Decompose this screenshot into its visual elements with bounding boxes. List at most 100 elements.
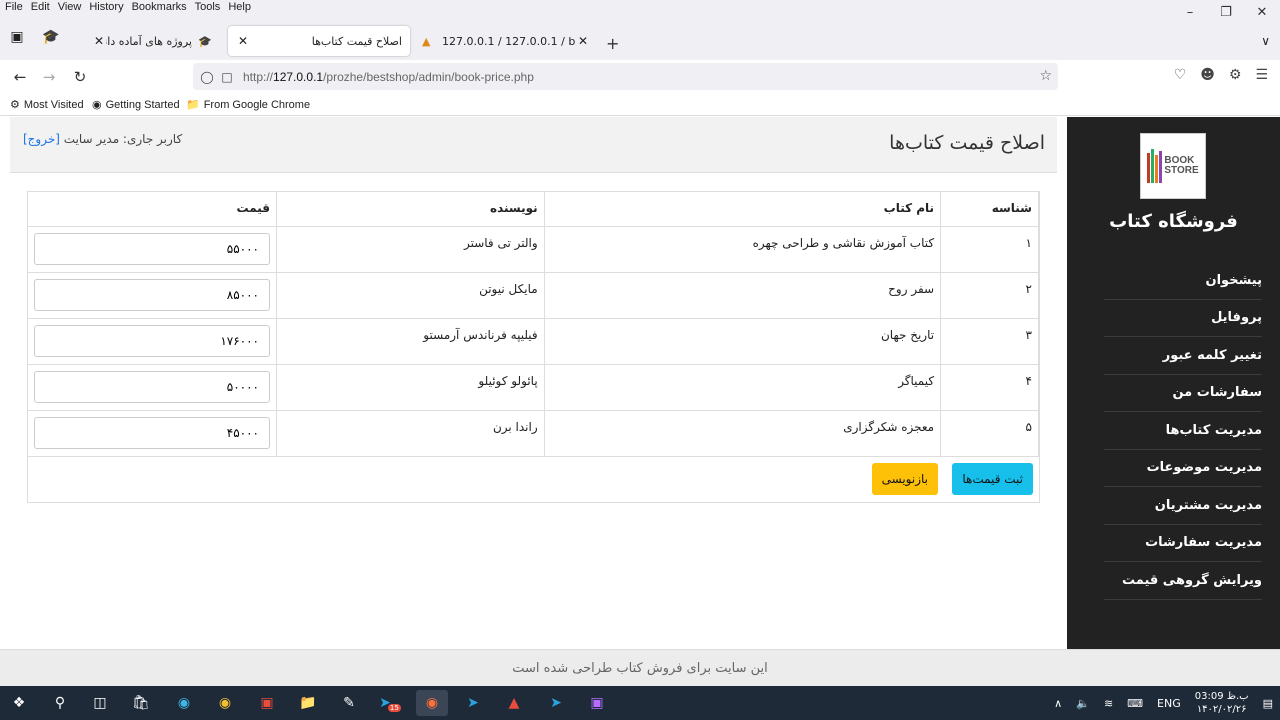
cell-book-name: معجزه شکرگزاری [544,410,942,457]
file-explorer-icon[interactable]: 📁 [292,690,324,716]
sidebar-item-profile[interactable]: پروفایل [1104,300,1262,337]
tab-book-price[interactable]: اصلاح قیمت کتاب‌ها ✕ [228,26,410,56]
language-indicator[interactable]: ENG [1157,697,1181,710]
price-input[interactable] [34,232,270,265]
bookmark-from-google-chrome[interactable]: 📁 From Google Chrome [186,98,310,112]
firefox-icon[interactable]: ◉ [416,690,448,716]
pocket-icon[interactable]: ♡ [1174,67,1187,83]
menu-tools[interactable]: Tools [192,0,224,14]
edge-icon[interactable]: ◉ [168,690,200,716]
telegram-badge: 15 [387,704,401,712]
cell-book-name: کیمیاگر [544,364,942,411]
taskbar: ❖ ⚲ ◫ 🛍 ◉ ◉ ▣ 📁 ✎ ➤ 15 ◉ ➤ ▲ ➤ ▣ ∧ 🔈 ≋ ⌨ … [0,686,1280,720]
sidebar-item-manage-books[interactable]: مدیریت کتاب‌ها [1104,412,1262,450]
price-input[interactable] [34,324,270,357]
acrobat-icon[interactable]: ▲ [498,690,530,716]
table-header-row: شناسه نام کتاب نویسنده قیمت [28,192,1039,227]
store-icon[interactable]: 🛍 [125,690,157,716]
cell-price [28,410,277,457]
extensions-icon[interactable]: ⚙ [1229,67,1242,83]
chrome-icon[interactable]: ◉ [209,690,241,716]
close-tab-icon[interactable]: ✕ [236,34,250,48]
col-author: نویسنده [276,192,545,227]
search-icon[interactable]: ⚲ [44,690,76,716]
main-content: اصلاح قیمت کتاب‌ها کاربر جاری: مدیر سایت… [10,117,1057,649]
phpstorm-icon[interactable]: ▣ [581,690,613,716]
task-view-icon[interactable]: ◫ [84,690,116,716]
chevron-down-icon[interactable]: ∨ [1261,34,1270,48]
bookmark-most-visited[interactable]: ⚙ Most Visited [10,98,84,112]
reset-button[interactable]: بازنویسی [871,462,938,495]
cell-id: ۲ [940,272,1039,319]
keyboard-icon[interactable]: ⌨ [1127,697,1143,710]
price-input[interactable] [34,370,270,403]
app-icon[interactable]: ▣ [251,690,283,716]
hamburger-menu-icon[interactable]: ☰ [1255,67,1268,83]
close-tab-icon[interactable]: ✕ [576,34,590,48]
reload-icon[interactable]: ↻ [69,67,91,87]
back-icon[interactable]: ← [9,67,31,87]
menu-history[interactable]: History [86,0,126,14]
current-user: کاربر جاری: مدیر سایت [خروج] [23,132,182,146]
button-row: ثبت قیمت‌ها بازنویسی [28,457,1039,502]
windows-start-icon[interactable]: ❖ [3,690,35,716]
volume-icon[interactable]: 🔈 [1076,697,1090,710]
logout-link[interactable]: [خروج] [23,132,60,146]
page-header: اصلاح قیمت کتاب‌ها کاربر جاری: مدیر سایت… [10,117,1057,173]
table-row: ۳ تاریخ جهان فیلیپه فرناندس آرمستو [28,318,1039,365]
gear-icon: ⚙ [10,99,20,111]
store-logo[interactable]: BOOK STORE [1140,133,1206,199]
new-tab-icon[interactable]: + [606,34,619,53]
bookmark-star-icon[interactable]: ☆ [1039,68,1052,84]
sidebar-item-manage-subjects[interactable]: مدیریت موضوعات [1104,450,1262,487]
url-bar[interactable]: ◯ □ http://127.0.0.1/prozhe/bestshop/adm… [193,63,1058,90]
url-path: /prozhe/bestshop/admin/book-price.php [323,69,534,84]
pinned-tab-icon[interactable]: 🎓 [38,24,64,50]
cell-id: ۴ [940,364,1039,411]
sidebar-menu: پیشخوان پروفایل تغییر کلمه عبور سفارشات … [1104,262,1262,600]
telegram-icon-2[interactable]: ➤ [457,690,489,716]
price-input[interactable] [34,416,270,449]
cell-book-name: سفر روح [544,272,942,319]
telegram-icon-3[interactable]: ➤ [540,690,572,716]
telegram-icon[interactable]: ➤ 15 [374,690,406,716]
shield-icon[interactable]: ◯ [197,70,217,84]
chevron-up-icon[interactable]: ∧ [1054,697,1062,710]
menu-bookmarks[interactable]: Bookmarks [129,0,190,14]
cell-author: پائولو کوئیلو [276,364,545,411]
table-row: ۵ معجزه شکرگزاری راندا برن [28,410,1039,457]
page-title: اصلاح قیمت کتاب‌ها [889,132,1045,154]
sidebar-item-bulk-price-edit[interactable]: ویرایش گروهی قیمت [1104,562,1262,600]
cell-author: فیلیپه فرناندس آرمستو [276,318,545,365]
bookmarks-toolbar: ⚙ Most Visited ◉ Getting Started 📁 From Goo… [0,94,1280,116]
wifi-icon[interactable]: ≋ [1104,697,1113,710]
tab-projects[interactable]: 🎓 پروژه های آماده دانشجویی ✕ [84,26,220,56]
clock[interactable]: 03:09 ب.ظ ۱۴۰۲/۰۲/۲۶ [1195,690,1249,716]
tab-phpmyadmin[interactable]: ▲ 127.0.0.1 / 127.0.0.1 / bestshop ✕ [414,26,598,56]
save-prices-button[interactable]: ثبت قیمت‌ها [952,462,1033,495]
cell-author: والتر تی فاستر [276,226,545,273]
price-input[interactable] [34,278,270,311]
notepad-icon[interactable]: ✎ [333,690,365,716]
menu-file[interactable]: File [2,0,26,14]
table-row: ۱ کتاب آموزش نقاشی و طراحی چهره والتر تی… [28,226,1039,273]
clock-time: 03:09 ب.ظ [1194,691,1249,702]
account-icon[interactable]: ☻ [1200,67,1215,83]
firefox-view-icon[interactable]: ▣ [4,24,30,50]
menu-view[interactable]: View [55,0,85,14]
sidebar-item-my-orders[interactable]: سفارشات من [1104,375,1262,412]
table-row: ۲ سفر روح مایکل نیوتن [28,272,1039,319]
close-tab-icon[interactable]: ✕ [92,34,106,48]
notification-icon[interactable]: ▤ [1263,697,1273,710]
menu-help[interactable]: Help [225,0,254,14]
menu-bar: File Edit View History Bookmarks Tools Help [0,0,1280,16]
menu-edit[interactable]: Edit [28,0,53,14]
url-host: 127.0.0.1 [273,69,324,84]
sidebar-item-manage-customers[interactable]: مدیریت مشتریان [1104,487,1262,525]
sidebar-item-manage-orders[interactable]: مدیریت سفارشات [1104,525,1262,562]
sidebar-item-dashboard[interactable]: پیشخوان [1104,262,1262,300]
sidebar-item-change-password[interactable]: تغییر کلمه عبور [1104,337,1262,375]
bookmark-getting-started[interactable]: ◉ Getting Started [92,98,180,112]
forward-icon[interactable]: → [38,67,60,87]
url-text[interactable]: http://127.0.0.1/prozhe/bestshop/admin/b… [243,70,534,84]
